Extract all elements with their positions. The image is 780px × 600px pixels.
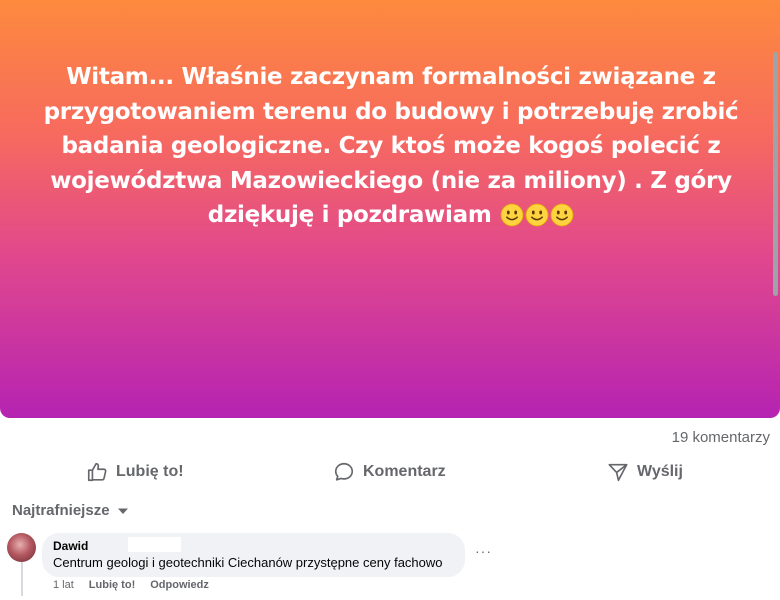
comment-reply-button[interactable]: Odpowiedz	[150, 579, 209, 591]
scrollbar[interactable]	[772, 0, 780, 418]
comment-bubble: Dawid Centrum geologi i geotechniki Ciec…	[42, 533, 465, 577]
smiley-emoji-icon	[525, 203, 549, 227]
send-icon	[608, 463, 628, 482]
avatar[interactable]	[7, 533, 36, 562]
comment-timestamp[interactable]: 1 lat	[53, 579, 74, 591]
smiley-emoji-icon	[500, 203, 524, 227]
comment-meta: 1 lat Lubię to! Odpowiedz	[53, 579, 224, 591]
post-text-container: Witam... Właśnie zaczynam formalności zw…	[20, 60, 762, 233]
comment-more-options-button[interactable]: ···	[475, 543, 492, 559]
comment-sort-dropdown[interactable]: Najtrafniejsze	[12, 502, 129, 519]
redaction-mask	[128, 537, 181, 552]
comment-label: Komentarz	[363, 463, 446, 480]
comment-button[interactable]: Komentarz	[333, 452, 446, 492]
caret-down-icon	[117, 508, 128, 514]
post-action-bar: Lubię to! Komentarz Wyślij	[0, 452, 780, 492]
scrollbar-thumb[interactable]	[773, 52, 778, 296]
smiley-emoji-icon	[550, 203, 574, 227]
sort-label: Najtrafniejsze	[12, 502, 110, 519]
thumbs-up-icon	[87, 462, 107, 482]
comment-like-button[interactable]: Lubię to!	[89, 579, 135, 591]
like-button[interactable]: Lubię to!	[86, 452, 184, 492]
speech-bubble-icon	[334, 462, 354, 481]
comment-author[interactable]: Dawid	[53, 539, 88, 553]
post-text: Witam... Właśnie zaczynam formalności zw…	[43, 64, 739, 228]
send-button[interactable]: Wyślij	[607, 452, 683, 492]
thread-line	[21, 562, 23, 596]
post-background: Witam... Właśnie zaczynam formalności zw…	[0, 0, 780, 418]
send-label: Wyślij	[637, 463, 683, 480]
comment-text: Centrum geologi i geotechniki Ciechanów …	[53, 555, 443, 570]
like-label: Lubię to!	[116, 463, 184, 480]
comment-count-link[interactable]: 19 komentarzy	[672, 429, 770, 446]
